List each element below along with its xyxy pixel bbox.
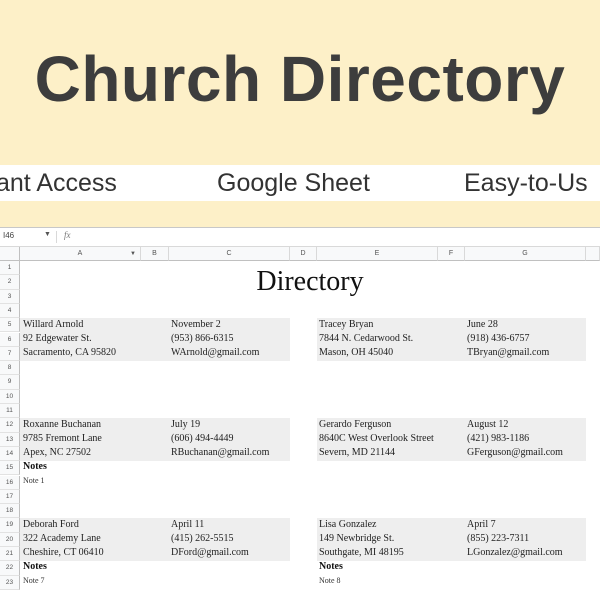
row-header[interactable]: 7 xyxy=(0,346,20,362)
entry-note: Note 7 xyxy=(23,576,45,585)
column-header-d[interactable]: D xyxy=(290,247,317,261)
entry-date: June 28 xyxy=(467,319,498,330)
entry-phone: (415) 262-5515 xyxy=(171,533,234,544)
row-header[interactable]: 5 xyxy=(0,318,20,333)
entry-name: Willard Arnold xyxy=(23,319,84,330)
fx-icon: fx xyxy=(64,230,71,240)
row-header[interactable]: 15 xyxy=(0,461,20,476)
feature-instant-access: ant Access xyxy=(0,169,117,197)
feature-strip: ant Access Google Sheet Easy-to-Us xyxy=(0,165,600,201)
entry-email: RBuchanan@gmail.com xyxy=(171,447,270,458)
banner-title: Church Directory xyxy=(34,43,566,115)
row-header[interactable]: 20 xyxy=(0,532,20,547)
entry-address: 7844 N. Cedarwood St. xyxy=(319,333,414,344)
row-header[interactable]: 21 xyxy=(0,547,20,562)
column-header-a[interactable]: A ▼ xyxy=(20,247,141,261)
entry-note: Note 8 xyxy=(319,576,341,585)
column-header-b[interactable]: B xyxy=(141,247,169,261)
row-header[interactable]: 9 xyxy=(0,375,20,390)
notes-label: Notes xyxy=(23,561,47,572)
entry-city: Cheshire, CT 06410 xyxy=(23,547,104,558)
feature-easy-to-use: Easy-to-Us xyxy=(464,169,588,197)
entry-city: Apex, NC 27502 xyxy=(23,447,92,458)
entry-name: Tracey Bryan xyxy=(319,319,374,330)
entry-phone: (953) 866-6315 xyxy=(171,333,234,344)
row-header[interactable]: 19 xyxy=(0,518,20,533)
entry-date: November 2 xyxy=(171,319,221,330)
column-header-e[interactable]: E xyxy=(317,247,438,261)
entry-date: April 7 xyxy=(467,519,496,530)
notes-label: Notes xyxy=(319,561,343,572)
row-header[interactable]: 8 xyxy=(0,361,20,376)
row-header[interactable]: 13 xyxy=(0,432,20,447)
chevron-down-icon[interactable]: ▼ xyxy=(44,231,51,238)
select-all-corner[interactable] xyxy=(0,247,20,261)
entry-phone: (918) 436-6757 xyxy=(467,333,530,344)
entry-city: Mason, OH 45040 xyxy=(319,347,394,358)
entry-name: Roxanne Buchanan xyxy=(23,419,102,430)
row-header[interactable]: 2 xyxy=(0,275,20,290)
entry-phone: (855) 223-7311 xyxy=(467,533,530,544)
entry-address: 92 Edgewater St. xyxy=(23,333,92,344)
row-header[interactable]: 14 xyxy=(0,446,20,462)
entry-city: Severn, MD 21144 xyxy=(319,447,396,458)
row-header[interactable]: 11 xyxy=(0,404,20,419)
entry-address: 322 Academy Lane xyxy=(23,533,101,544)
entry-date: July 19 xyxy=(171,419,201,430)
row-header[interactable]: 23 xyxy=(0,575,20,590)
column-header-partial[interactable] xyxy=(586,247,600,261)
entry-date: August 12 xyxy=(467,419,509,430)
formula-bar: I46 ▼ fx xyxy=(0,228,600,247)
filter-dropdown-icon[interactable]: ▼ xyxy=(130,247,136,261)
entry-name: Gerardo Ferguson xyxy=(319,419,392,430)
feature-google-sheet: Google Sheet xyxy=(217,169,370,197)
entry-name: Lisa Gonzalez xyxy=(319,519,377,530)
entry-email: DFord@gmail.com xyxy=(171,547,249,558)
entry-city: Southgate, MI 48195 xyxy=(319,547,404,558)
entry-phone: (606) 494-4449 xyxy=(171,433,234,444)
notes-label: Notes xyxy=(23,461,47,472)
row-header[interactable]: 4 xyxy=(0,303,20,319)
column-header-f[interactable]: F xyxy=(438,247,465,261)
sheet-grid[interactable]: Directory Willard Arnold 92 Edgewater St… xyxy=(20,261,600,601)
formula-bar-divider xyxy=(56,231,57,243)
entry-email: TBryan@gmail.com xyxy=(467,347,550,358)
column-header-c[interactable]: C xyxy=(169,247,290,261)
row-header[interactable]: 3 xyxy=(0,289,20,304)
entry-email: WArnold@gmail.com xyxy=(171,347,260,358)
row-header[interactable]: 18 xyxy=(0,504,20,519)
entry-city: Sacramento, CA 95820 xyxy=(23,347,117,358)
banner: Church Directory xyxy=(0,0,600,165)
entry-name: Deborah Ford xyxy=(23,519,79,530)
spreadsheet-screenshot: I46 ▼ fx A ▼ B C D E F G 1 2 3 4 5 6 7 8 9 10 11 12 1… xyxy=(0,227,600,601)
entry-date: April 11 xyxy=(171,519,205,530)
entry-note: Note 1 xyxy=(23,476,45,485)
row-header[interactable]: 16 xyxy=(0,475,20,490)
row-header[interactable]: 6 xyxy=(0,332,20,347)
entry-address: 9785 Fremont Lane xyxy=(23,433,102,444)
row-header[interactable]: 22 xyxy=(0,561,20,576)
entry-phone: (421) 983-1186 xyxy=(467,433,530,444)
column-header-g[interactable]: G xyxy=(465,247,586,261)
directory-title: Directory xyxy=(256,266,364,297)
row-header[interactable]: 1 xyxy=(0,261,20,276)
banner-bottom-strip xyxy=(0,201,600,227)
entry-address: 8640C West Overlook Street xyxy=(319,433,434,444)
entry-email: GFerguson@gmail.com xyxy=(467,447,563,458)
row-header[interactable]: 10 xyxy=(0,389,20,404)
name-box[interactable]: I46 xyxy=(3,231,14,240)
row-header[interactable]: 12 xyxy=(0,418,20,433)
entry-email: LGonzalez@gmail.com xyxy=(467,547,563,558)
row-header[interactable]: 17 xyxy=(0,489,20,505)
entry-address: 149 Newbridge St. xyxy=(319,533,395,544)
